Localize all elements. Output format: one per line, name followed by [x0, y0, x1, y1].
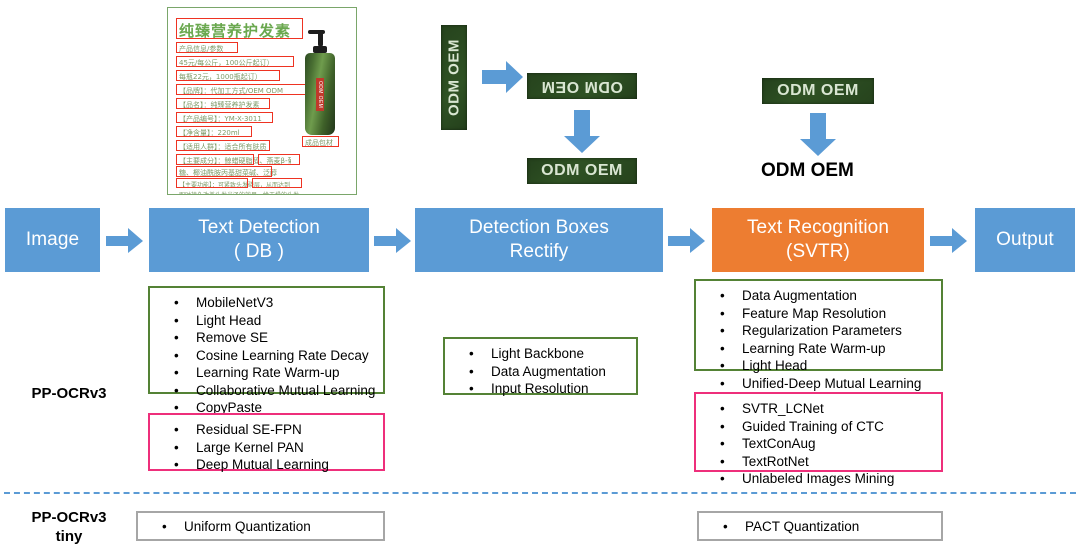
stage-image[interactable]: Image [5, 208, 100, 272]
list-item: Light Head [150, 312, 383, 330]
stage-text-detection-line2: ( DB ) [233, 241, 285, 262]
feature-list: SVTR_LCNet Guided Training of CTC TextCo… [696, 400, 941, 488]
features-rectify-green: Light Backbone Data Augmentation Input R… [443, 337, 638, 398]
stage-rectify-line1: Detection Boxes [469, 217, 609, 239]
stage-text-recognition-line1: Text Recognition [746, 217, 890, 239]
row-label-tiny-line1: PP-OCRv3 [31, 509, 107, 526]
list-item: Residual SE-FPN [150, 421, 383, 439]
list-item: Learning Rate Warm-up [150, 364, 383, 382]
list-item: Regularization Parameters [696, 322, 941, 340]
list-item: Light Backbone [445, 345, 636, 363]
row-label-ppocrv3-tiny: PP-OCRv3 tiny [4, 508, 134, 546]
feature-list: Light Backbone Data Augmentation Input R… [445, 345, 636, 398]
stage-image-label: Image [25, 229, 80, 251]
stage-output[interactable]: Output [975, 208, 1075, 272]
feature-list: Uniform Quantization [138, 518, 383, 536]
features-tiny-detection: Uniform Quantization [136, 511, 385, 541]
list-item: Data Augmentation [696, 287, 941, 305]
bottle-brand-label: ODM OEM [316, 78, 324, 111]
arrow-right-icon [930, 228, 967, 253]
sample-line-text: 产品信息/参数 [179, 45, 224, 53]
stage-text-detection[interactable]: Text Detection ( DB ) [149, 208, 369, 272]
diagram-canvas: 纯臻营养护发素 产品信息/参数 45元/每公斤，100公斤起订） 每瓶22元，1… [0, 0, 1080, 555]
arrow-right-icon [482, 61, 523, 93]
stage-rectify-line2: Rectify [509, 241, 569, 262]
stage-detection-boxes-rectify[interactable]: Detection Boxes Rectify [415, 208, 663, 272]
stage-text-recognition-line2: (SVTR) [786, 241, 850, 262]
feature-list: MobileNetV3 Light Head Remove SE Cosine … [150, 294, 383, 417]
features-tiny-recognition: PACT Quantization [697, 511, 943, 541]
list-item: Large Kernel PAN [150, 439, 383, 457]
features-detection-green: MobileNetV3 Light Head Remove SE Cosine … [148, 286, 385, 416]
list-item: TextConAug [696, 435, 941, 453]
sample-line-text: 【主要成分】：鲸蜡硬脂醇、燕麦β-葡聚 [179, 157, 291, 165]
arrow-right-icon [668, 228, 705, 253]
list-item: Cosine Learning Rate Decay [150, 347, 383, 365]
features-detection-pink: Residual SE-FPN Large Kernel PAN Deep Mu… [148, 413, 385, 474]
crop-rotated-sample: ODM OEM [527, 73, 637, 99]
list-item: Collaborative Mutual Learning [150, 382, 383, 400]
list-item: MobileNetV3 [150, 294, 383, 312]
arrow-right-icon [106, 228, 143, 253]
feature-list: Data Augmentation Feature Map Resolution… [696, 287, 941, 392]
recognition-result-text: ODM OEM [761, 160, 854, 181]
bottle-caption-text: 成品包材 [305, 139, 333, 147]
stage-text-detection-line1: Text Detection [198, 217, 320, 239]
sample-line-text: 【品牌】：代加工方式/OEM ODM [179, 87, 283, 95]
sample-line-text: 即时持久改善头发光泽的效果，给干燥的头发 [179, 190, 299, 194]
crop-recognition-input: ODM OEM [762, 78, 874, 104]
list-item: Light Head [696, 357, 941, 375]
sample-line-text: 【品名】：纯臻营养护发素 [179, 101, 260, 109]
stage-output-label: Output [996, 229, 1054, 251]
list-item: SVTR_LCNet [696, 400, 941, 418]
bottle-neck [313, 46, 327, 53]
sample-line-text: 【适用人群】：适合所有肤质 [179, 143, 267, 151]
row-label-ppocrv3: PP-OCRv3 [4, 384, 134, 403]
list-item: Uniform Quantization [138, 518, 383, 536]
list-item: Remove SE [150, 329, 383, 347]
stage-text-recognition[interactable]: Text Recognition (SVTR) [712, 208, 924, 272]
list-item: Unified-Deep Mutual Learning [696, 375, 941, 393]
list-item: Guided Training of CTC [696, 418, 941, 436]
bottle-pump [318, 30, 323, 47]
list-item: TextRotNet [696, 453, 941, 471]
sample-line-text: 【产品编号】：YM-X-3011 [179, 115, 262, 123]
row-label-tiny-line2: tiny [55, 528, 83, 545]
arrow-down-icon [800, 113, 836, 156]
features-recognition-pink: SVTR_LCNet Guided Training of CTC TextCo… [694, 392, 943, 487]
sample-line-text: 45元/每公斤，100公斤起订） [179, 59, 274, 67]
arrow-right-icon [374, 228, 411, 253]
list-item: Data Augmentation [445, 363, 636, 381]
features-recognition-green: Data Augmentation Feature Map Resolution… [694, 279, 943, 392]
sample-line-text: 糖、椰油酰胺丙基甜菜碱、泛醇 [179, 169, 277, 177]
row-label-ppocrv3-text: PP-OCRv3 [31, 385, 107, 402]
list-item: Unlabeled Images Mining [696, 470, 941, 488]
crop-vertical-sample: ODM OEM [441, 25, 467, 130]
section-divider [4, 492, 1076, 494]
feature-list: Residual SE-FPN Large Kernel PAN Deep Mu… [150, 421, 383, 474]
list-item: PACT Quantization [699, 518, 941, 536]
list-item: Learning Rate Warm-up [696, 340, 941, 358]
feature-list: PACT Quantization [699, 518, 941, 536]
sample-title-text: 纯臻营养护发素 [179, 22, 292, 40]
sample-line-text: 每瓶22元，1000瓶起订） [179, 73, 262, 81]
sample-input-image: 纯臻营养护发素 产品信息/参数 45元/每公斤，100公斤起订） 每瓶22元，1… [167, 7, 357, 195]
list-item: Feature Map Resolution [696, 305, 941, 323]
list-item: Deep Mutual Learning [150, 456, 383, 474]
sample-line-text: 【净含量】：220ml [179, 129, 240, 137]
crop-corrected-sample: ODM OEM [527, 158, 637, 184]
list-item: Input Resolution [445, 380, 636, 398]
bottle-body: ODM OEM [305, 53, 335, 135]
sample-line-text: 【主要功能】：可紧致头发磷层，从而达到 [179, 182, 291, 189]
arrow-down-icon [564, 110, 600, 153]
